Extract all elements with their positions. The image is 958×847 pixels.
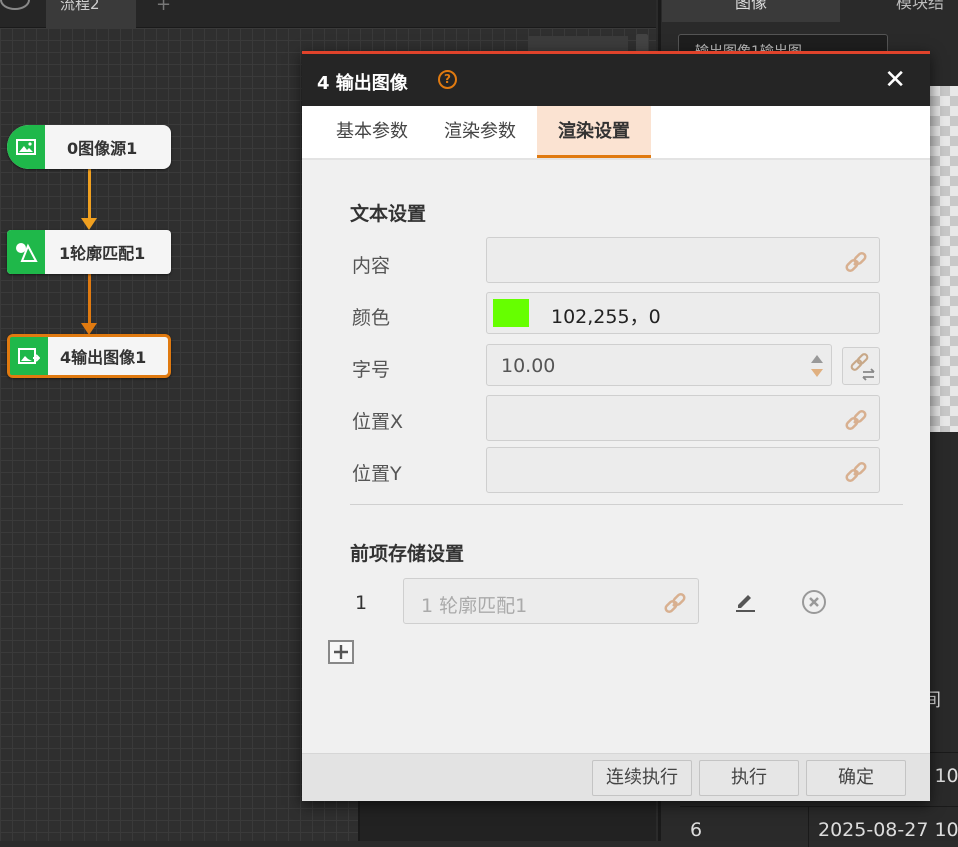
edge-1-4 [88,273,91,325]
table-row[interactable]: 6 2025-08-27 10 [680,806,958,847]
continuous-run-button[interactable]: 连续执行 [592,760,692,796]
storage-item-index: 1 [355,592,368,614]
dialog-title: 4 输出图像 [317,73,408,94]
output-image-dialog: 4 输出图像 ? ✕ 基本参数 渲染参数 渲染设置 文本设置 内容 颜色 102… [302,51,930,801]
link-switch-icon [850,353,875,381]
node-output-image[interactable]: 4输出图像1 [7,334,171,378]
tab-basic-params[interactable]: 基本参数 [322,106,422,158]
color-value: 102,255，0 [551,306,661,328]
image-icon [7,125,45,169]
color-field[interactable]: 102,255，0 [486,292,880,334]
spin-up-icon[interactable] [811,355,823,363]
plus-icon [334,645,348,659]
link-icon[interactable] [843,460,869,486]
text-settings-title: 文本设置 [350,203,427,225]
color-swatch[interactable] [493,299,529,327]
link-icon[interactable] [843,250,869,276]
font-size-label: 字号 [352,359,391,381]
dialog-titlebar[interactable]: 4 输出图像 ? ✕ [302,54,930,106]
edit-icon[interactable] [734,590,756,612]
link-icon[interactable] [662,591,688,617]
tab-image[interactable]: 图像 [662,0,840,22]
node-image-source[interactable]: 0图像源1 [7,125,171,169]
spin-down-icon[interactable] [811,369,823,377]
storage-settings-title: 前项存储设置 [350,543,465,565]
font-size-stepper[interactable]: 10.00 [486,344,832,386]
position-y-label: 位置Y [352,463,402,485]
cell-time: 2025-08-27 10 [818,819,958,841]
color-label: 颜色 [352,307,391,329]
tab-render-params[interactable]: 渲染参数 [430,106,530,158]
section-divider [350,504,903,505]
position-y-field[interactable] [486,447,880,493]
bottom-strip [358,800,656,841]
node-label: 1轮廓匹配1 [59,244,146,263]
dialog-tabs: 基本参数 渲染参数 渲染设置 [302,106,930,160]
storage-item-field[interactable]: 1 轮廓匹配1 [403,578,699,624]
position-x-field[interactable] [486,395,880,441]
run-button[interactable]: 执行 [699,760,799,796]
dialog-footer: 连续执行 执行 确定 [302,753,930,801]
node-contour-match[interactable]: 1轮廓匹配1 [7,230,171,274]
image-export-icon [10,337,48,375]
confirm-button[interactable]: 确定 [806,760,906,796]
refresh-icon[interactable] [0,0,30,10]
bind-toggle-button[interactable] [842,347,880,385]
edge-0-1 [88,168,91,222]
help-icon[interactable]: ? [438,70,457,89]
content-field[interactable] [486,237,880,283]
font-size-value: 10.00 [501,355,556,377]
content-label: 内容 [352,255,391,277]
shape-match-icon [7,230,45,274]
link-icon[interactable] [843,408,869,434]
divider [808,807,809,847]
canvas-topbar: 流程2 + [0,0,656,28]
add-tab-icon[interactable]: + [156,0,171,15]
node-label: 0图像源1 [67,139,138,158]
edge-0-1-arrow [81,218,97,230]
position-x-label: 位置X [352,411,404,433]
tab-module-result[interactable]: 模块结 [848,0,958,22]
node-label: 4输出图像1 [60,348,147,367]
add-storage-button[interactable] [328,640,354,664]
cell-id: 6 [690,819,703,841]
tab-render-settings[interactable]: 渲染设置 [537,106,651,158]
close-icon[interactable]: ✕ [884,65,906,95]
storage-item-value: 1 轮廓匹配1 [421,595,528,617]
tab-flow2[interactable]: 流程2 [46,0,136,28]
image-preview [930,86,958,432]
remove-icon[interactable] [801,589,827,615]
